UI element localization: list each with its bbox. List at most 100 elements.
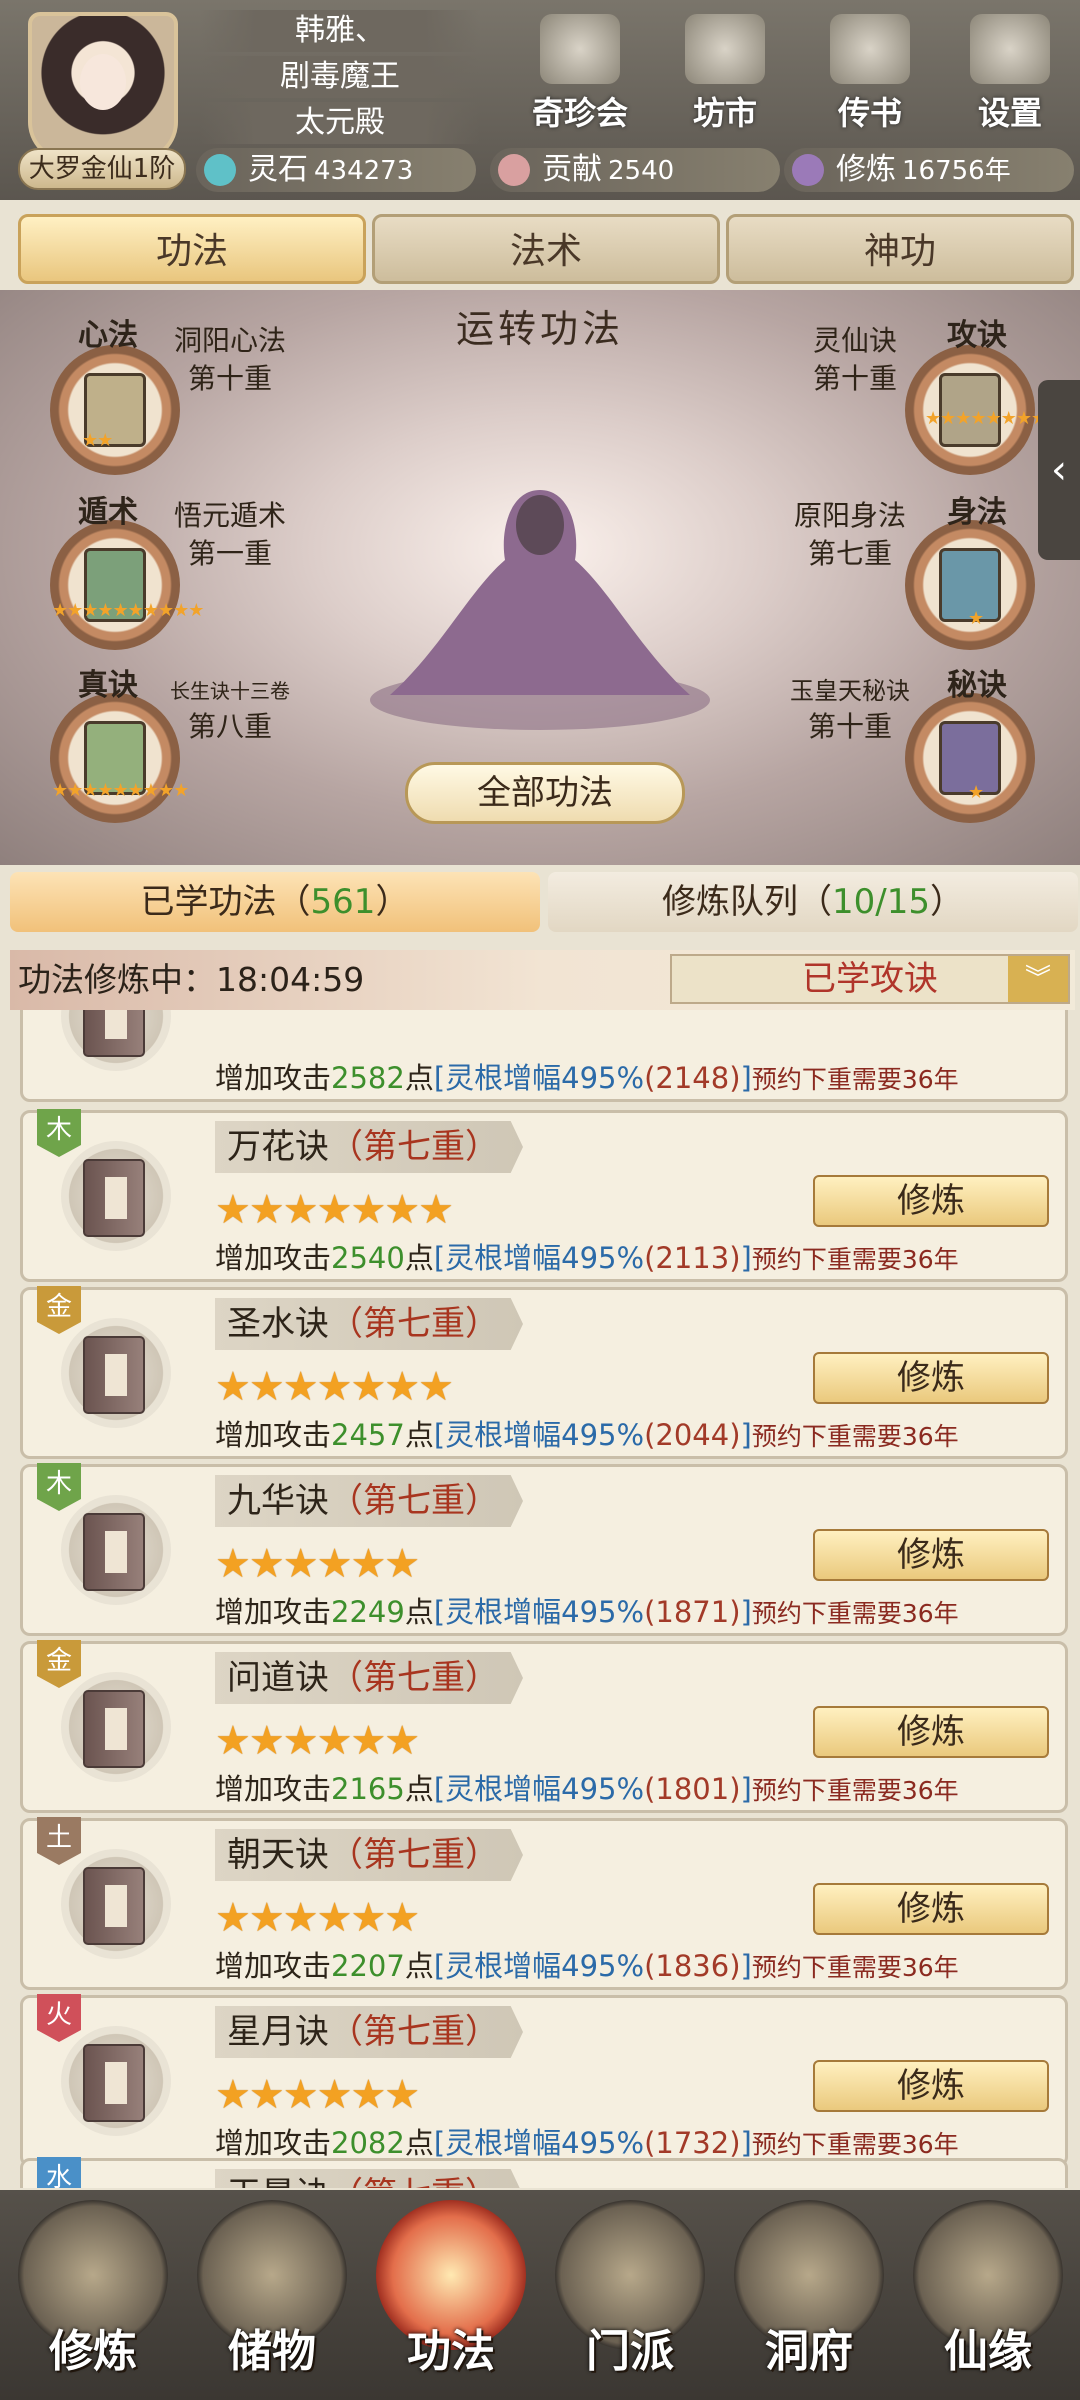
element-badge: 木: [37, 1463, 81, 1511]
skill-level: 第十重: [187, 362, 272, 395]
list-item: 木 万花诀（第七重） ★★★★★★★ 修炼 增加攻击2540点[灵根增幅495%…: [20, 1109, 1068, 1282]
slot-tag: 攻诀: [947, 318, 1007, 353]
nav-label: 洞府: [765, 2326, 853, 2377]
resource-spirit-stone[interactable]: 灵石 434273: [196, 148, 476, 192]
skill-name: 原阳身法: [793, 499, 906, 532]
resource-cultivation[interactable]: 修炼 16756年: [784, 148, 1074, 192]
gear-icon: [970, 14, 1050, 84]
item-desc: 增加攻击2540点[灵根增幅495%(2113)]预约下重需要36年: [215, 1241, 959, 1275]
nav-cultivate[interactable]: 修炼: [8, 2200, 178, 2390]
skill-level: 第七重: [807, 537, 892, 570]
skill-list[interactable]: 增加攻击2582点[灵根增幅495%(2148)]预约下重需要36年 木 万花诀…: [20, 1010, 1068, 2188]
skill-stars: ★★: [82, 430, 113, 451]
list-item: 金 圣水诀（第七重） ★★★★★★★ 修炼 增加攻击2457点[灵根增幅495%…: [20, 1286, 1068, 1459]
tab-shengong[interactable]: 神功: [726, 214, 1074, 284]
player-sect: 太元殿: [200, 102, 480, 144]
slot-tag: 心法: [78, 318, 138, 353]
nav-sect-gate[interactable]: 门派: [545, 2200, 715, 2390]
letters-button[interactable]: 传书: [815, 14, 925, 134]
item-name: 星月诀: [227, 2012, 329, 2052]
meditating-figure: [370, 490, 710, 730]
item-stars: ★★★★★★: [215, 1895, 420, 1941]
element-badge: 金: [37, 1286, 81, 1334]
skill-name: 洞阳心法: [173, 324, 286, 357]
item-name: 万花诀: [227, 1127, 329, 1167]
tab-gongfa[interactable]: 功法: [18, 214, 366, 284]
contribution-icon: [498, 154, 530, 186]
learned-count: 561: [310, 882, 376, 922]
train-button[interactable]: 修炼: [813, 2060, 1049, 2112]
book-icon: [61, 1318, 171, 1428]
resource-value: 2540: [608, 156, 675, 186]
nav-label: 储物: [228, 2326, 316, 2377]
slot-body-method[interactable]: [905, 520, 1035, 650]
avatar-frame[interactable]: 大罗金仙1阶: [8, 6, 193, 191]
resource-value: 434273: [314, 156, 414, 186]
book-icon: [61, 1672, 171, 1782]
treasure-auction-label: 奇珍会: [531, 94, 628, 132]
tab-queue-label: 修炼队列（: [662, 882, 832, 922]
slot-tag: 秘诀: [947, 668, 1007, 703]
tab-cultivation-queue[interactable]: 修炼队列（10/15）: [548, 872, 1078, 932]
rank-badge: 大罗金仙1阶: [18, 148, 186, 190]
tab-learned-skills[interactable]: 已学功法（561）: [10, 872, 540, 932]
tab-fashu[interactable]: 法术: [372, 214, 720, 284]
slot-mystic-secret[interactable]: [905, 693, 1035, 823]
item-title: 星月诀（第七重）: [215, 2006, 523, 2058]
element-badge: 木: [37, 1109, 81, 1157]
game-screen: 大罗金仙1阶 韩雅、 剧毒魔王 太元殿 灵石 434273 贡献 2540 修炼 16…: [0, 0, 1080, 2400]
filter-dropdown[interactable]: 已学攻诀 ︾: [670, 954, 1070, 1004]
all-skills-button[interactable]: 全部功法: [405, 762, 685, 824]
resource-contribution[interactable]: 贡献 2540: [490, 148, 780, 192]
treasure-auction-button[interactable]: 奇珍会: [525, 14, 635, 134]
item-level: （第七重）: [329, 1835, 499, 1875]
side-drawer-toggle[interactable]: ‹: [1038, 380, 1080, 560]
item-level: （第七重）: [329, 1304, 499, 1344]
train-button[interactable]: 修炼: [813, 1706, 1049, 1758]
book-icon: [61, 1010, 171, 1071]
item-desc: 增加攻击2165点[灵根增幅495%(1801)]预约下重需要36年: [215, 1772, 959, 1806]
filter-value: 已学攻诀: [802, 959, 938, 999]
book-icon: [61, 1495, 171, 1605]
item-desc: 增加攻击2582点[灵根增幅495%(2148)]预约下重需要36年: [215, 1061, 959, 1095]
nav-scroll-book[interactable]: 功法: [366, 2200, 536, 2390]
nav-storage-bag[interactable]: 储物: [187, 2200, 357, 2390]
nav-fate-swirl[interactable]: 仙缘: [903, 2200, 1073, 2390]
list-item: 木 九华诀（第七重） ★★★★★★ 修炼 增加攻击2249点[灵根增幅495%(…: [20, 1463, 1068, 1636]
skill-stars: ★: [968, 782, 984, 803]
tab-queue-close: ）: [929, 882, 964, 922]
slot-tag: 遁术: [78, 495, 138, 530]
avatar[interactable]: [28, 12, 178, 162]
market-label: 坊市: [692, 94, 757, 132]
nav-cave-mountain[interactable]: 洞府: [724, 2200, 894, 2390]
item-level: （第七重）: [329, 2012, 499, 2052]
list-item: 水 玉景诀（第七重）: [20, 2157, 1068, 2188]
train-button[interactable]: 修炼: [813, 1175, 1049, 1227]
pavilion-icon: [540, 14, 620, 84]
book-icon: [61, 1849, 171, 1959]
item-stars: ★★★★★★★: [215, 1364, 454, 1410]
slot-tag: 真诀: [78, 668, 138, 703]
skill-stars: ★★★★★★★★★★: [52, 600, 204, 621]
train-button[interactable]: 修炼: [813, 1529, 1049, 1581]
settings-label: 设置: [977, 94, 1042, 132]
skill-level: 第十重: [812, 362, 897, 395]
resource-label: 修炼: [836, 152, 896, 187]
train-button[interactable]: 修炼: [813, 1352, 1049, 1404]
skill-level: 第一重: [187, 537, 272, 570]
tab-learned-label: 已学功法（: [140, 882, 311, 922]
skill-level: 第十重: [807, 710, 892, 743]
item-title: 玉景诀（第七重）: [215, 2169, 523, 2188]
item-desc: 增加攻击2457点[灵根增幅495%(2044)]预约下重需要36年: [215, 1418, 959, 1452]
settings-button[interactable]: 设置: [955, 14, 1065, 134]
nav-label: 功法: [407, 2326, 495, 2377]
scroll-icon: [830, 14, 910, 84]
skill-stars: ★★★★★★★★★: [925, 408, 1062, 429]
item-title: 问道诀（第七重）: [215, 1652, 523, 1704]
item-stars: ★★★★★★: [215, 1541, 420, 1587]
element-badge: 火: [37, 1994, 81, 2042]
book-icon: [61, 2026, 171, 2136]
train-button[interactable]: 修炼: [813, 1883, 1049, 1935]
item-level: （第七重）: [329, 1481, 499, 1521]
market-button[interactable]: 坊市: [670, 14, 780, 134]
